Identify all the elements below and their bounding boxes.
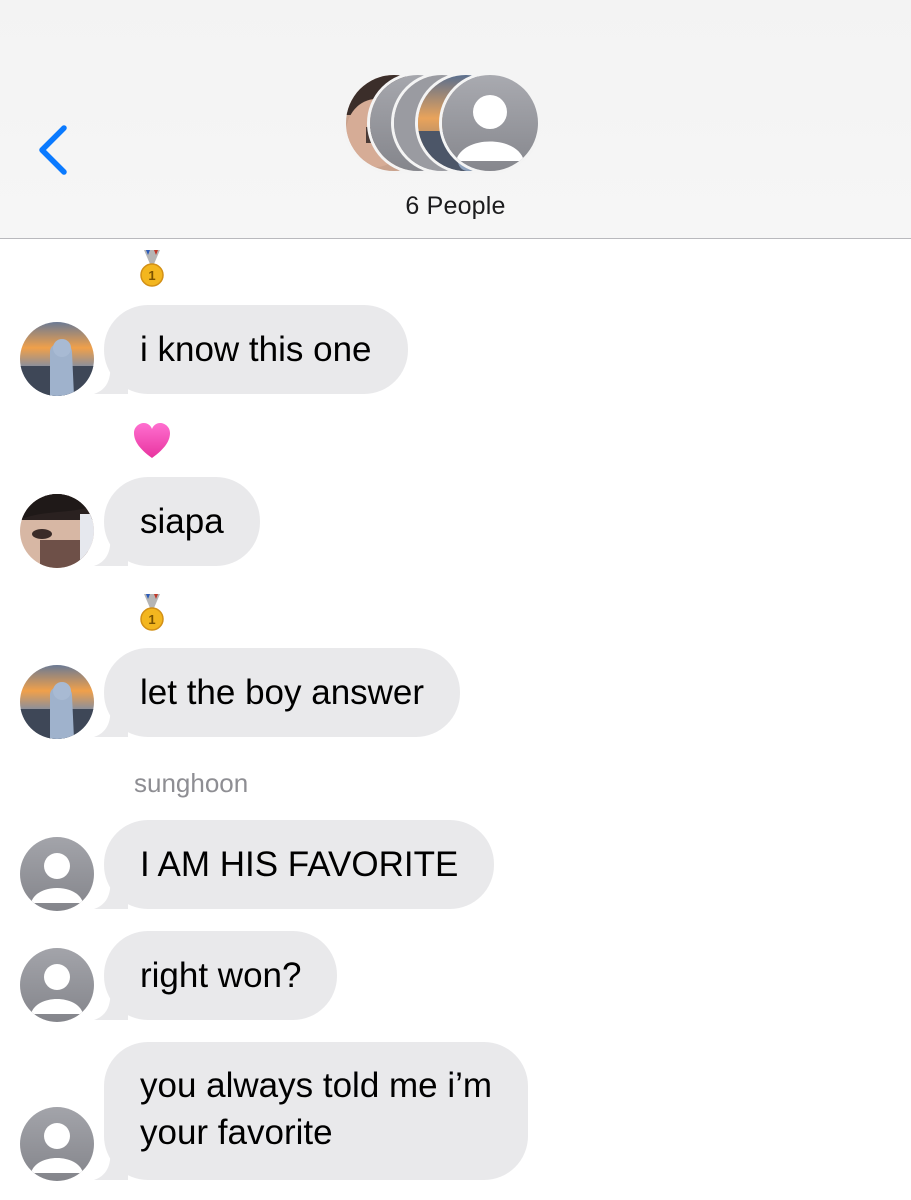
group-member-count[interactable]: 6 People — [0, 192, 911, 221]
message-text-line: your favorite — [140, 1113, 333, 1152]
message-text: let the boy answer — [104, 648, 461, 737]
back-button[interactable] — [30, 118, 76, 182]
message-bubble-2[interactable]: siapa — [94, 477, 260, 566]
message-bubble-5[interactable]: right won? — [94, 931, 338, 1020]
message-text: I AM HIS FAVORITE — [104, 820, 495, 909]
gold-medal-tapback-icon[interactable]: 1 — [132, 248, 172, 290]
sender-avatar-placeholder[interactable] — [20, 1107, 94, 1181]
sender-avatar-placeholder[interactable] — [20, 837, 94, 911]
message-bubble-3[interactable]: let the boy answer — [94, 648, 461, 737]
message-bubble-6[interactable]: you always told me i’m your favorite — [94, 1042, 529, 1180]
message-text: i know this one — [104, 305, 408, 394]
message-bubble-1[interactable]: i know this one — [94, 305, 408, 394]
group-avatar-stack[interactable] — [343, 72, 569, 176]
chevron-left-icon — [39, 125, 67, 175]
gold-medal-tapback-icon[interactable]: 1 — [132, 592, 172, 634]
svg-text:1: 1 — [148, 612, 155, 627]
stack-avatar-placeholder-3 — [439, 72, 541, 174]
svg-text:1: 1 — [148, 268, 155, 283]
sender-avatar-sunset[interactable] — [20, 665, 94, 739]
message-bubble-4[interactable]: I AM HIS FAVORITE — [94, 820, 495, 909]
sender-avatar-closeup[interactable] — [20, 494, 94, 568]
pink-heart-tapback-icon[interactable] — [132, 420, 172, 462]
sender-avatar-placeholder[interactable] — [20, 948, 94, 1022]
message-text: you always told me i’m your favorite — [104, 1042, 529, 1180]
message-text-line: you always told me i’m — [140, 1066, 493, 1105]
message-text: siapa — [104, 477, 260, 566]
sender-name-label: sunghoon — [134, 768, 249, 798]
message-text: right won? — [104, 931, 338, 1020]
conversation-header: 6 People — [0, 0, 911, 239]
sender-avatar-sunset[interactable] — [20, 322, 94, 396]
